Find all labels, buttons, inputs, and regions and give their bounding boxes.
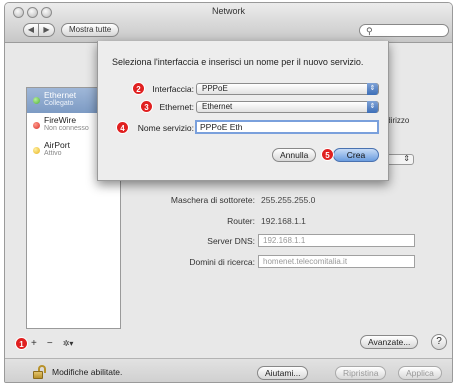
popup-arrows-icon: ⇕ xyxy=(367,83,378,95)
interface-popup[interactable]: PPPoE ⇕ xyxy=(196,83,379,95)
search-domains-label: Domini di ricerca: xyxy=(189,257,255,267)
subnet-mask-value: 255.255.255.0 xyxy=(261,195,316,205)
lock-status-text: Modifiche abilitate. xyxy=(52,367,123,377)
step-badge-4: 4 xyxy=(116,121,129,134)
assist-me-button[interactable]: Aiutami... xyxy=(257,366,309,380)
network-preferences-window: Network ◀ ▶ Mostra tutte ⚲ Ethernet Coll… xyxy=(4,2,453,383)
status-yellow-icon xyxy=(33,147,40,154)
help-button[interactable]: ? xyxy=(431,334,447,350)
step-badge-5: 5 xyxy=(321,148,334,161)
forward-button[interactable]: ▶ xyxy=(39,23,55,37)
popup-arrows-icon: ⇕ xyxy=(367,101,378,113)
apply-button[interactable]: Applica xyxy=(398,366,442,380)
status-red-icon xyxy=(33,122,40,129)
search-input[interactable] xyxy=(378,26,444,36)
remove-service-button[interactable]: − xyxy=(42,337,58,351)
service-list-tools: + − ✲▾ xyxy=(26,337,78,351)
router-label: Router: xyxy=(227,216,255,226)
service-name-field[interactable]: PPPoE Eth xyxy=(195,120,379,134)
popup-arrows-icon: ⇕ xyxy=(403,154,410,163)
new-service-sheet: Seleziona l'interfaccia e inserisci un n… xyxy=(97,41,389,181)
sheet-message: Seleziona l'interfaccia e inserisci un n… xyxy=(112,57,364,67)
step-badge-2: 2 xyxy=(132,82,145,95)
interface-value: PPPoE xyxy=(202,84,228,93)
window-title: Network xyxy=(211,6,245,16)
back-button[interactable]: ◀ xyxy=(23,23,39,37)
step-badge-3: 3 xyxy=(140,100,153,113)
router-value: 192.168.1.1 xyxy=(261,216,306,226)
bottom-bar: Modifiche abilitate. Aiutami... Ripristi… xyxy=(5,358,452,382)
title-bar: Network ◀ ▶ Mostra tutte ⚲ xyxy=(5,3,452,43)
subnet-mask-label: Maschera di sottorete: xyxy=(170,195,255,205)
service-action-menu-button[interactable]: ✲▾ xyxy=(58,337,79,351)
ethernet-label: Ethernet: xyxy=(159,102,195,112)
search-field[interactable]: ⚲ xyxy=(359,24,449,37)
service-name-label: Nome servizio: xyxy=(137,123,194,133)
status-green-icon xyxy=(33,97,40,104)
revert-button[interactable]: Ripristina xyxy=(335,366,387,380)
dns-server-label: Server DNS: xyxy=(207,236,255,246)
search-icon: ⚲ xyxy=(366,26,373,36)
create-button[interactable]: Crea xyxy=(333,148,379,162)
ethernet-value: Ethernet xyxy=(202,102,233,111)
cancel-button[interactable]: Annulla xyxy=(272,148,317,162)
back-forward-control: ◀ ▶ xyxy=(23,23,55,37)
add-service-button[interactable]: + xyxy=(26,337,42,351)
search-domains-field[interactable]: homenet.telecomitalia.it xyxy=(258,255,415,268)
dns-server-field[interactable]: 192.168.1.1 xyxy=(258,234,415,247)
advanced-button[interactable]: Avanzate... xyxy=(360,335,419,349)
step-badge-1: 1 xyxy=(15,337,28,350)
lock-icon[interactable] xyxy=(33,365,46,379)
show-all-button[interactable]: Mostra tutte xyxy=(61,23,120,37)
ethernet-popup[interactable]: Ethernet ⇕ xyxy=(196,101,379,113)
